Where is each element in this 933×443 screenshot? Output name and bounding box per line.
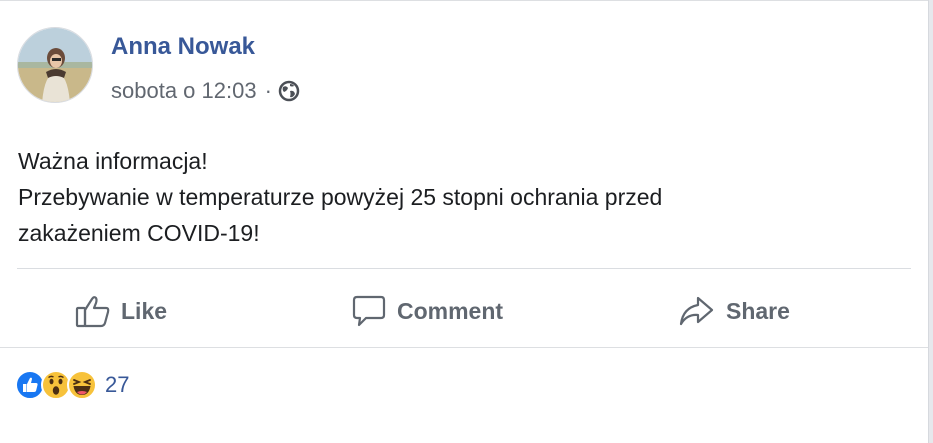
- post-card: Anna Nowak sobota o 12:03 · Ważna inform…: [0, 0, 928, 348]
- page: Anna Nowak sobota o 12:03 · Ważna inform…: [0, 0, 933, 443]
- thumbs-up-icon: [75, 296, 110, 328]
- post-timestamp[interactable]: sobota o 12:03: [111, 78, 257, 104]
- scrollbar-track[interactable]: [928, 0, 933, 443]
- meta-separator: ·: [264, 78, 272, 103]
- reaction-count: 27: [105, 372, 130, 397]
- share-label: Share: [726, 297, 790, 324]
- comment-bubble-icon: [352, 295, 386, 327]
- share-button[interactable]: Share: [678, 290, 790, 332]
- post-text-line: Przebywanie w temperaturze powyżej 25 st…: [18, 184, 663, 210]
- author-avatar[interactable]: [17, 27, 93, 103]
- post-text-line: Ważna informacja!: [18, 148, 208, 174]
- share-arrow-icon: [679, 296, 714, 326]
- comment-button[interactable]: Comment: [351, 290, 503, 332]
- like-label: Like: [121, 297, 168, 324]
- haha-reaction-icon: [67, 370, 97, 400]
- post-text-line: zakażeniem COVID-19!: [18, 220, 260, 246]
- avatar-photo: [18, 28, 92, 102]
- author-name[interactable]: Anna Nowak: [111, 33, 255, 61]
- post-text: Ważna informacja! Przebywanie w temperat…: [18, 143, 898, 251]
- globe-icon[interactable]: [278, 80, 300, 102]
- post-meta: sobota o 12:03 ·: [111, 78, 300, 104]
- actions-divider: [17, 268, 911, 269]
- reactions-summary[interactable]: 27: [15, 370, 129, 400]
- comment-label: Comment: [397, 297, 504, 324]
- like-button[interactable]: Like: [75, 290, 167, 332]
